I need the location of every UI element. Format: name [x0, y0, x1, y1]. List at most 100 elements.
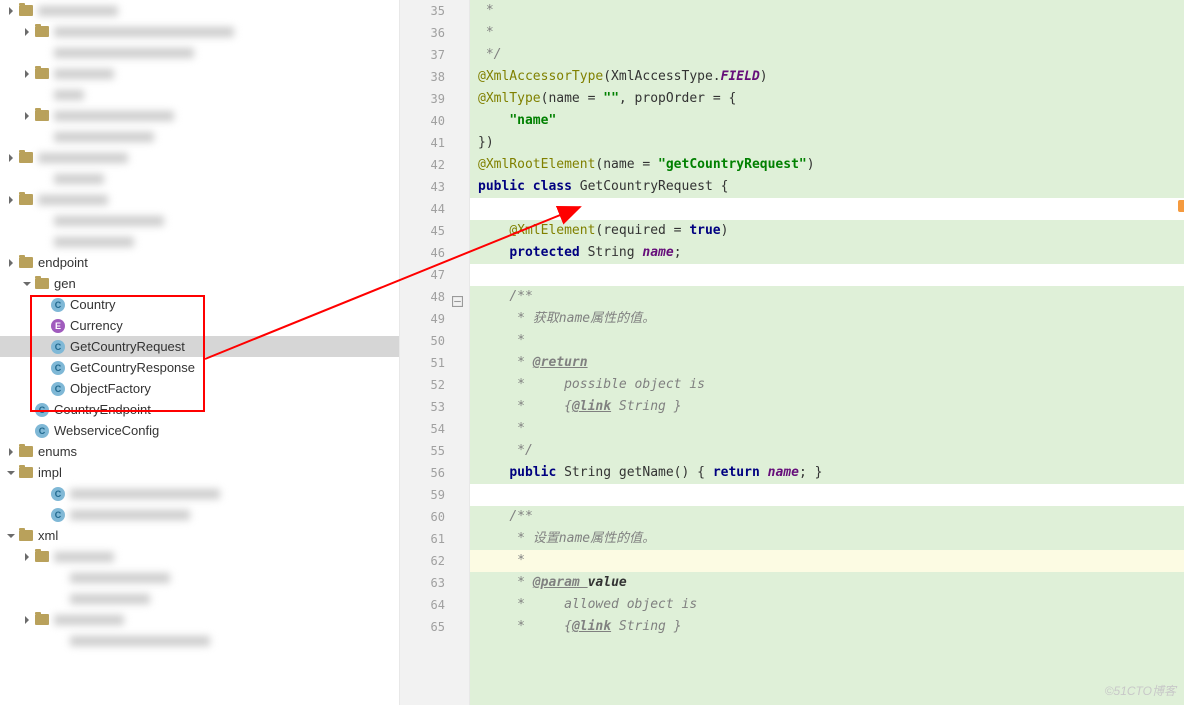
- line-number: 46: [400, 242, 469, 264]
- class-icon: C: [50, 486, 66, 502]
- code-token: String getName() {: [564, 465, 713, 480]
- line-number: 61: [400, 528, 469, 550]
- fold-icon[interactable]: [452, 292, 463, 303]
- line-number: 63: [400, 572, 469, 594]
- scrollbar-marker[interactable]: [1178, 200, 1184, 212]
- class-icon: C: [50, 381, 66, 397]
- tree-item-countryendpoint[interactable]: C CountryEndpoint: [0, 399, 399, 420]
- tree-item-blurred[interactable]: [0, 231, 399, 252]
- code-token: public: [509, 465, 564, 480]
- code-token: *: [509, 553, 525, 568]
- line-number: 45: [400, 220, 469, 242]
- editor-gutter: 3536373839404142434445464748495051525354…: [400, 0, 470, 705]
- folder-icon: [18, 255, 34, 271]
- line-number: 59: [400, 484, 469, 506]
- tree-item-blurred[interactable]: [0, 630, 399, 651]
- chevron-icon[interactable]: [20, 616, 34, 624]
- tree-folder-impl[interactable]: impl: [0, 462, 399, 483]
- class-icon: C: [34, 402, 50, 418]
- folder-icon: [18, 150, 34, 166]
- code-token: String: [588, 245, 643, 260]
- tree-item-blurred[interactable]: [0, 168, 399, 189]
- chevron-icon[interactable]: [4, 448, 18, 456]
- tree-item-blurred[interactable]: C: [0, 504, 399, 525]
- chevron-icon[interactable]: [4, 196, 18, 204]
- code-token: *: [478, 3, 494, 18]
- code-token: * 获取name属性的值。: [509, 311, 655, 326]
- tree-item-blurred[interactable]: [0, 42, 399, 63]
- code-token: }): [478, 135, 494, 150]
- code-token: *: [509, 355, 532, 370]
- chevron-icon[interactable]: [20, 70, 34, 78]
- code-token: value: [588, 575, 627, 590]
- line-number: 54: [400, 418, 469, 440]
- chevron-icon[interactable]: [20, 553, 34, 561]
- line-number: 48: [400, 286, 469, 308]
- tree-item-label: endpoint: [38, 255, 88, 270]
- line-number: 41: [400, 132, 469, 154]
- code-token: name: [768, 465, 799, 480]
- line-number: 52: [400, 374, 469, 396]
- tree-folder-gen[interactable]: gen: [0, 273, 399, 294]
- tree-item-blurred[interactable]: [0, 126, 399, 147]
- chevron-icon[interactable]: [20, 280, 34, 288]
- tree-folder-endpoint[interactable]: endpoint: [0, 252, 399, 273]
- project-tree[interactable]: endpointgenCCountryECurrencyCGetCountryR…: [0, 0, 400, 705]
- line-number: 62: [400, 550, 469, 572]
- tree-item-blurred[interactable]: C: [0, 483, 399, 504]
- line-number: 64: [400, 594, 469, 616]
- tree-item-label: Country: [70, 297, 116, 312]
- tree-item-label: xml: [38, 528, 58, 543]
- tree-item-getcountryresponse[interactable]: CGetCountryResponse: [0, 357, 399, 378]
- line-number: 37: [400, 44, 469, 66]
- code-token: ;: [674, 245, 682, 260]
- line-number: 53: [400, 396, 469, 418]
- tree-item-label: ObjectFactory: [70, 381, 151, 396]
- chevron-icon[interactable]: [4, 469, 18, 477]
- code-token: , propOrder = {: [619, 91, 736, 106]
- tree-item-country[interactable]: C Country: [0, 294, 399, 315]
- line-number: 40: [400, 110, 469, 132]
- code-token: (XmlAccessType.: [603, 69, 720, 84]
- class-icon: C: [50, 339, 66, 355]
- code-token: (name =: [595, 157, 658, 172]
- tree-item-blurred[interactable]: [0, 147, 399, 168]
- code-token: ; }: [799, 465, 822, 480]
- tree-item-getcountryrequest[interactable]: CGetCountryRequest: [0, 336, 399, 357]
- line-number: 55: [400, 440, 469, 462]
- class-icon: C: [50, 297, 66, 313]
- chevron-icon[interactable]: [20, 112, 34, 120]
- code-token: @return: [533, 355, 588, 370]
- tree-item-objectfactory[interactable]: C ObjectFactory: [0, 378, 399, 399]
- tree-item-currency[interactable]: ECurrency: [0, 315, 399, 336]
- tree-item-blurred[interactable]: [0, 84, 399, 105]
- chevron-icon[interactable]: [4, 7, 18, 15]
- tree-item-blurred[interactable]: [0, 609, 399, 630]
- code-token: /**: [509, 289, 532, 304]
- tree-folder-enums[interactable]: enums: [0, 441, 399, 462]
- code-editor[interactable]: * * */ @XmlAccessorType(XmlAccessType.FI…: [470, 0, 1184, 705]
- code-token: return: [713, 465, 768, 480]
- tree-item-blurred[interactable]: [0, 21, 399, 42]
- tree-folder-xml[interactable]: xml: [0, 525, 399, 546]
- tree-item-blurred[interactable]: [0, 0, 399, 21]
- tree-item-blurred[interactable]: [0, 210, 399, 231]
- tree-item-blurred[interactable]: [0, 189, 399, 210]
- tree-item-blurred[interactable]: [0, 567, 399, 588]
- tree-item-blurred[interactable]: [0, 546, 399, 567]
- code-token: true: [689, 223, 720, 238]
- line-number: 47: [400, 264, 469, 286]
- code-token: FIELD: [721, 69, 760, 84]
- folder-icon: [34, 549, 50, 565]
- chevron-icon[interactable]: [4, 259, 18, 267]
- chevron-icon[interactable]: [4, 532, 18, 540]
- tree-item-blurred[interactable]: [0, 105, 399, 126]
- chevron-icon[interactable]: [4, 154, 18, 162]
- tree-item-blurred[interactable]: [0, 588, 399, 609]
- tree-item-webserviceconfig[interactable]: CWebserviceConfig: [0, 420, 399, 441]
- chevron-icon[interactable]: [20, 28, 34, 36]
- line-number: 43: [400, 176, 469, 198]
- code-token: */: [509, 443, 532, 458]
- tree-item-blurred[interactable]: [0, 63, 399, 84]
- tree-item-label: CountryEndpoint: [54, 402, 151, 417]
